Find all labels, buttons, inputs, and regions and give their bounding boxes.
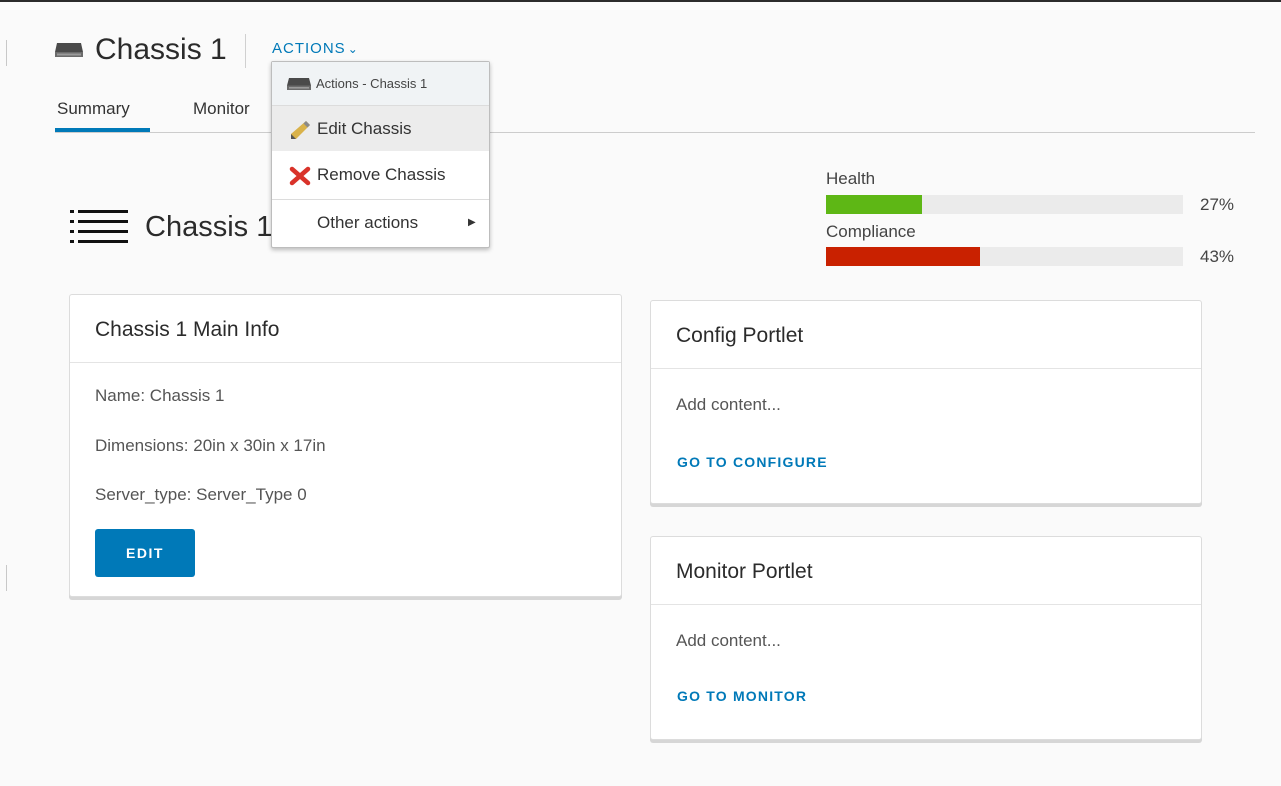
- object-title: Chassis 1: [145, 211, 273, 243]
- list-icon: [70, 210, 128, 243]
- card-title: Monitor Portlet: [676, 560, 813, 583]
- pencil-icon: [291, 121, 310, 139]
- title-separator: [245, 34, 246, 68]
- card-header: Chassis 1 Main Info: [70, 295, 621, 363]
- left-edge-mark: [6, 565, 7, 591]
- health-label: Health: [826, 169, 876, 188]
- red-x-icon: [289, 166, 311, 186]
- tabs-divider: [55, 132, 1255, 133]
- monitor-portlet-card: Monitor Portlet Add content... GO TO MON…: [650, 536, 1202, 740]
- card-header: Config Portlet: [651, 301, 1201, 369]
- window-top-border: [0, 0, 1281, 2]
- portlet-content: Add content...: [676, 631, 781, 650]
- card-header: Monitor Portlet: [651, 537, 1201, 605]
- menu-item-edit-chassis[interactable]: Edit Chassis: [272, 106, 489, 151]
- go-to-monitor-link[interactable]: GO TO MONITOR: [677, 687, 807, 705]
- submenu-arrow-icon: ▶: [468, 217, 476, 228]
- menu-item-label: Other actions: [317, 213, 419, 232]
- card-title: Chassis 1 Main Info: [95, 318, 280, 341]
- name-field: Name: Chassis 1: [95, 386, 225, 405]
- actions-dropdown-menu: Actions - Chassis 1 Edit Chassis Remove …: [271, 61, 490, 248]
- go-to-configure-link[interactable]: GO TO CONFIGURE: [677, 453, 828, 471]
- health-progress-fill: [826, 195, 923, 214]
- menu-item-label: Remove Chassis: [317, 165, 446, 184]
- server-type-field: Server_type: Server_Type 0: [95, 485, 307, 504]
- dimensions-field: Dimensions: 20in x 30in x 17in: [95, 436, 326, 455]
- compliance-label: Compliance: [826, 222, 916, 241]
- chassis-icon: [55, 43, 83, 57]
- compliance-progress-fill: [826, 247, 980, 266]
- menu-item-remove-chassis[interactable]: Remove Chassis: [272, 152, 489, 197]
- dropdown-header: Actions - Chassis 1: [272, 62, 489, 106]
- menu-item-other-actions[interactable]: Other actions ▶: [272, 199, 489, 245]
- portlet-content: Add content...: [676, 395, 781, 414]
- actions-label: ACTIONS: [272, 40, 346, 57]
- chassis-icon: [287, 78, 311, 90]
- chevron-down-icon: ⌄: [347, 42, 359, 56]
- health-progress-bar: [826, 195, 1183, 214]
- compliance-percent: 43%: [1200, 247, 1235, 266]
- menu-item-label: Edit Chassis: [317, 119, 412, 138]
- page-title: Chassis 1: [95, 33, 227, 66]
- active-tab-indicator: [55, 128, 150, 132]
- health-percent: 27%: [1200, 195, 1235, 214]
- tab-summary[interactable]: Summary: [57, 98, 130, 120]
- left-edge-mark: [6, 40, 7, 66]
- edit-button[interactable]: EDIT: [95, 529, 195, 577]
- actions-dropdown-button[interactable]: ACTIONS ⌄: [272, 40, 359, 58]
- card-title: Config Portlet: [676, 324, 804, 347]
- main-info-card: Chassis 1 Main Info Name: Chassis 1 Dime…: [69, 294, 622, 597]
- dropdown-header-label: Actions - Chassis 1: [316, 76, 428, 91]
- tab-monitor[interactable]: Monitor: [193, 98, 250, 120]
- config-portlet-card: Config Portlet Add content... GO TO CONF…: [650, 300, 1202, 504]
- compliance-progress-bar: [826, 247, 1183, 266]
